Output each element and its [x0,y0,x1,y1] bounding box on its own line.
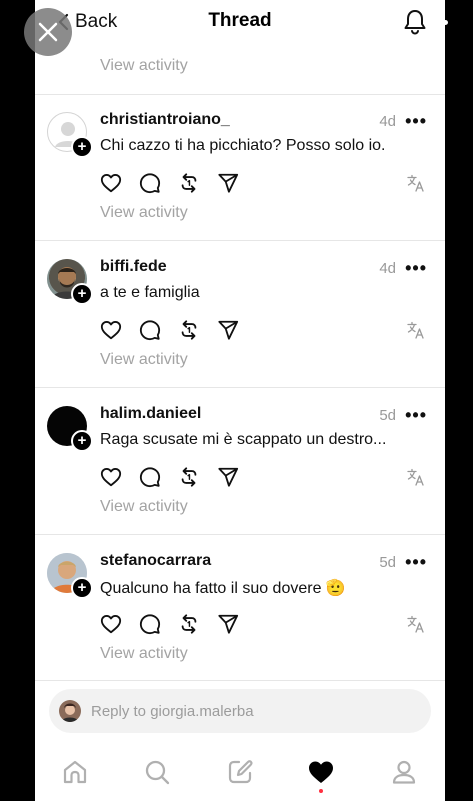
more-options-icon[interactable]: ••• [405,258,427,279]
search-icon [145,760,170,785]
translate-icon[interactable] [407,321,425,339]
bottom-tab-bar [35,752,445,796]
view-activity-link[interactable]: View activity [100,498,188,516]
timestamp: 5d [379,554,396,571]
more-options-icon[interactable]: ••• [405,111,427,132]
repost-icon[interactable] [178,613,200,635]
timestamp: 4d [379,113,396,130]
comment-icon[interactable] [139,172,161,194]
comment-icon[interactable] [139,613,161,635]
like-heart-icon[interactable] [100,319,122,341]
divider [35,680,445,681]
action-row [100,613,239,635]
close-icon [38,22,58,42]
translate-icon[interactable] [407,468,425,486]
status-dot [443,20,448,25]
close-overlay-button[interactable] [24,8,72,56]
avatar[interactable]: + [47,259,93,305]
thread-reply: + christiantroiano_ 4d ••• Chi cazzo ti … [35,94,445,240]
reply-placeholder: Reply to giorgia.malerba [91,702,254,720]
view-activity-link[interactable]: View activity [100,204,188,222]
post-text: Chi cazzo ti ha picchiato? Posso solo io… [100,137,386,154]
username[interactable]: christiantroiano_ [100,111,230,129]
avatar[interactable]: + [47,112,93,158]
post-text: Qualcuno ha fatto il suo dovere 🫡 [100,580,346,597]
thread-screen: Back Thread View activity + christiantro… [35,0,445,801]
action-row [100,466,239,488]
tab-compose[interactable] [226,758,254,786]
avatar[interactable]: + [47,553,93,599]
page-title: Thread [208,10,272,31]
repost-icon[interactable] [178,466,200,488]
more-options-icon[interactable]: ••• [405,552,427,573]
tab-search[interactable] [143,758,171,786]
post-text: Raga scusate mi è scappato un destro... [100,431,387,448]
action-row [100,172,239,194]
thread-reply: + halim.danieel 5d ••• Raga scusate mi è… [35,388,445,534]
share-send-icon[interactable] [217,319,239,341]
translate-icon[interactable] [407,615,425,633]
like-heart-icon[interactable] [100,172,122,194]
reply-input[interactable]: Reply to giorgia.malerba [49,689,431,733]
tab-profile[interactable] [390,758,418,786]
repost-icon[interactable] [178,319,200,341]
avatar [59,700,81,722]
view-activity-link[interactable]: View activity [100,645,188,663]
thread-reply: + biffi.fede 4d ••• a te e famiglia View… [35,241,445,387]
thread-reply: + stefanocarrara 5d ••• Qualcuno ha fatt… [35,535,445,681]
share-send-icon[interactable] [217,613,239,635]
follow-plus-icon[interactable]: + [71,136,93,158]
follow-plus-icon[interactable]: + [71,283,93,305]
avatar[interactable]: + [47,406,93,452]
like-heart-icon[interactable] [100,613,122,635]
share-send-icon[interactable] [217,466,239,488]
profile-icon [392,760,416,784]
top-bar: Back Thread [35,0,445,44]
repost-icon[interactable] [178,172,200,194]
timestamp: 4d [379,260,396,277]
compose-icon [228,760,253,784]
timestamp: 5d [379,407,396,424]
view-activity-link[interactable]: View activity [100,57,188,75]
view-activity-link[interactable]: View activity [100,351,188,369]
follow-plus-icon[interactable]: + [71,430,93,452]
username[interactable]: stefanocarrara [100,552,211,570]
username[interactable]: halim.danieel [100,405,201,423]
profile-photo [59,700,81,722]
tab-activity[interactable] [307,758,335,786]
home-icon [63,760,87,784]
more-options-icon[interactable]: ••• [405,405,427,426]
like-heart-icon[interactable] [100,466,122,488]
post-text: a te e famiglia [100,284,200,301]
active-tab-indicator [319,789,323,793]
activity-heart-icon [309,761,333,783]
share-send-icon[interactable] [217,172,239,194]
action-row [100,319,239,341]
bell-icon[interactable] [403,9,427,35]
username[interactable]: biffi.fede [100,258,167,276]
comment-icon[interactable] [139,319,161,341]
tab-home[interactable] [61,758,89,786]
follow-plus-icon[interactable]: + [71,577,93,599]
comment-icon[interactable] [139,466,161,488]
translate-icon[interactable] [407,174,425,192]
